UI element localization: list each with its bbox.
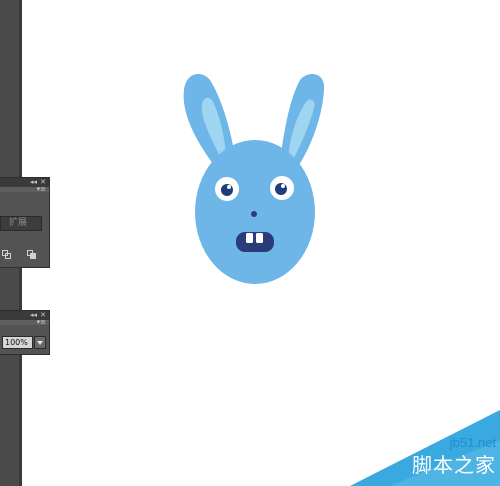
panel-tab-bar: ▾≡ (0, 185, 49, 194)
zoom-panel: ◂◂ ✕ ▾≡ 100% (0, 310, 50, 355)
left-eye-pupil (221, 184, 233, 196)
watermark-site-name: 脚本之家 (412, 453, 496, 477)
rabbit-artwork (183, 74, 325, 284)
left-tooth (246, 233, 253, 243)
zoom-input[interactable]: 100% (2, 336, 33, 349)
panel-tab-bar: ▾≡ (0, 318, 49, 327)
watermark-url: jb51.net (449, 435, 496, 450)
rabbit-mouth (236, 232, 274, 252)
merge-icon[interactable] (2, 250, 11, 259)
arrange-icon[interactable] (27, 250, 36, 259)
right-eye-pupil (275, 183, 287, 195)
watermark: jb51.net 脚本之家 (350, 410, 500, 486)
expand-button[interactable]: 扩展 (0, 216, 42, 231)
panel-menu-icon[interactable]: ▾≡ (37, 185, 46, 194)
zoom-dropdown-arrow-icon[interactable] (34, 336, 46, 349)
rabbit-nose (251, 211, 257, 217)
panel-menu-icon[interactable]: ▾≡ (37, 318, 46, 327)
left-eye-highlight (227, 185, 231, 189)
transform-panel: ◂◂ ✕ ▾≡ 扩展 (0, 177, 50, 268)
right-tooth (256, 233, 263, 243)
right-eye-highlight (281, 184, 285, 188)
